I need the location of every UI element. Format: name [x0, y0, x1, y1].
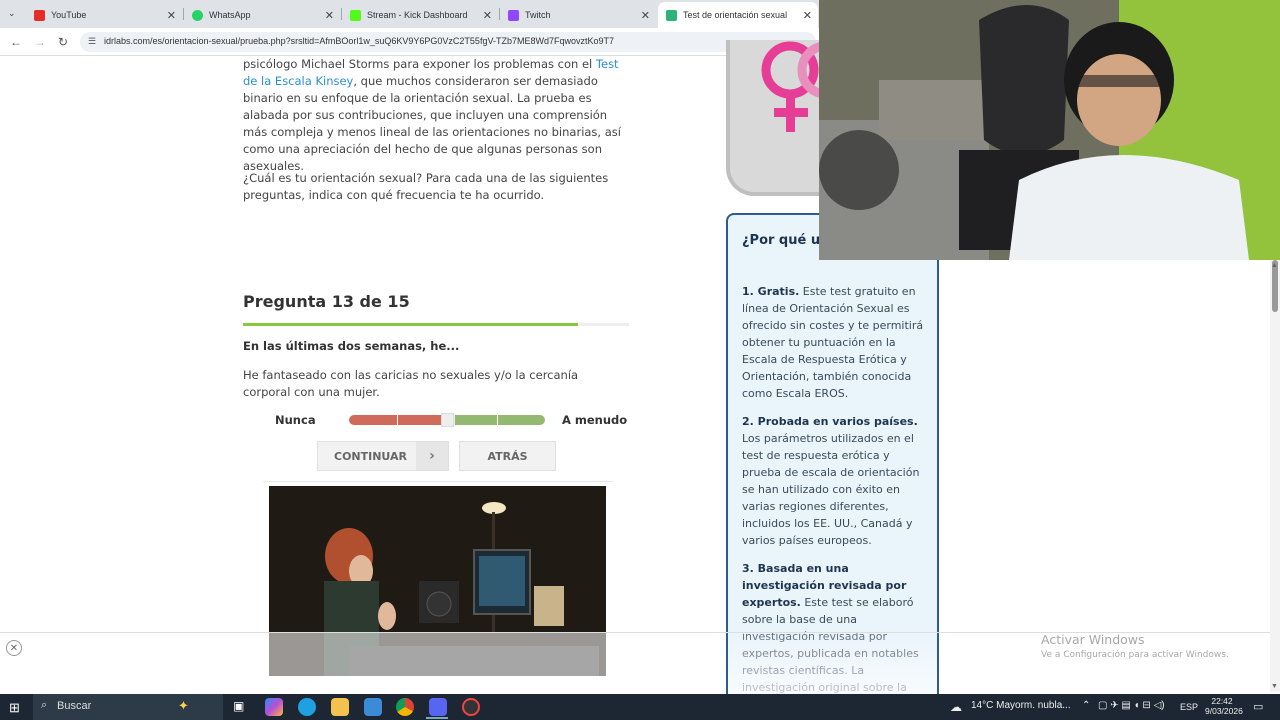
taskbar-search-label: Buscar: [57, 700, 92, 712]
article-intro: psicólogo Michael Storms para exponer lo…: [243, 56, 628, 175]
scale-slider-handle[interactable]: [441, 413, 454, 427]
whatsapp-icon: [192, 9, 203, 21]
activate-windows-watermark: Activar Windows Ve a Configuración para …: [1041, 632, 1229, 660]
article-text: , que muchos consideraron ser demasiado …: [243, 74, 621, 173]
back-icon[interactable]: ←: [10, 35, 22, 49]
tab-search-chevron-icon[interactable]: ⌄: [8, 8, 16, 19]
activate-subtitle: Ve a Configuración para activar Windows.: [1041, 650, 1229, 660]
close-tab-icon[interactable]: ✕: [483, 9, 492, 22]
tab-whatsapp[interactable]: WhatsApp ✕: [184, 4, 340, 26]
clock[interactable]: 22:42 9/03/2026: [1205, 696, 1243, 716]
discord-icon[interactable]: [429, 698, 447, 716]
webcam-image: [819, 0, 1280, 260]
video-ad-overlay: [269, 632, 606, 676]
scale-segment-4[interactable]: [455, 415, 497, 425]
close-tab-icon[interactable]: ✕: [167, 9, 176, 22]
windows-start-icon[interactable]: ⊞: [9, 700, 20, 716]
question-title: Pregunta 13 de 15: [243, 292, 410, 311]
panel-item-body: Los parámetros utilizados en el test de …: [742, 432, 920, 547]
gender-symbols-image: [726, 40, 826, 196]
scale-segment-1[interactable]: [349, 415, 397, 425]
back-label: ATRÁS: [487, 449, 528, 463]
tab-kick[interactable]: Stream - Kick Dashboard ✕: [342, 4, 498, 26]
weather-text[interactable]: 14°C Mayorm. nubla...: [971, 700, 1071, 711]
scale-min-label: Nunca: [275, 413, 316, 427]
idrlabs-icon: [666, 9, 677, 21]
panel-item-head: 1. Gratis.: [742, 285, 800, 298]
page-scrollbar[interactable]: [1270, 260, 1280, 692]
edge-icon[interactable]: [298, 698, 316, 716]
question-text: He fantaseado con las caricias no sexual…: [243, 368, 579, 399]
close-tab-icon[interactable]: ✕: [641, 9, 650, 22]
chrome-icon[interactable]: [396, 698, 414, 716]
task-view-icon[interactable]: ▣: [233, 699, 244, 713]
taskbar-search[interactable]: ⌕ Buscar ✦: [33, 694, 223, 720]
scale-segment-2[interactable]: [398, 415, 441, 425]
chevron-right-icon: ›: [416, 442, 448, 470]
why-use-panel: ¿Por qué us prueba? 1. Gratis. Este test…: [726, 213, 939, 703]
reload-icon[interactable]: ↻: [58, 35, 68, 49]
copilot-icon[interactable]: [265, 698, 283, 716]
clock-time: 22:42: [1211, 696, 1233, 706]
site-info-icon[interactable]: ☰: [88, 36, 96, 47]
url-field[interactable]: idrlabs.com/es/orientacion-sexual/prueba…: [80, 32, 816, 52]
scroll-up-icon[interactable]: ▲: [1271, 262, 1278, 269]
tab-label: Test de orientación sexual: [683, 10, 788, 20]
question-subtitle: En las últimas dos semanas, he...: [243, 339, 460, 353]
tab-label: Twitch: [525, 10, 551, 20]
obs-icon[interactable]: [462, 698, 480, 716]
sparkle-icon: ✦: [178, 698, 189, 713]
scale-segment-5[interactable]: [498, 415, 545, 425]
tab-youtube[interactable]: YouTube ✕: [26, 4, 182, 26]
system-tray-icons[interactable]: ▢ ✈ ▤ ◖ ⊟ ◁): [1098, 700, 1165, 711]
female-symbol-icon: [761, 41, 826, 132]
continue-button[interactable]: CONTINUAR ›: [317, 441, 449, 471]
webcam-overlay: [819, 0, 1280, 260]
forward-icon[interactable]: →: [34, 35, 46, 49]
twitch-icon: [508, 9, 519, 21]
back-button[interactable]: ATRÁS: [459, 441, 556, 471]
tab-label: Stream - Kick Dashboard: [367, 10, 468, 20]
input-language[interactable]: ESP: [1180, 702, 1198, 712]
tab-orientation-test[interactable]: Test de orientación sexual ✕: [658, 2, 818, 28]
panel-item-head: 2. Probada en varios países.: [742, 415, 918, 428]
panel-item: 2. Probada en varios países. Los parámet…: [742, 413, 928, 549]
kick-icon: [350, 9, 361, 21]
file-explorer-icon[interactable]: [331, 698, 349, 716]
article-text: psicólogo Michael Storms para exponer lo…: [243, 57, 596, 71]
tab-label: YouTube: [51, 10, 87, 20]
tab-twitch[interactable]: Twitch ✕: [500, 4, 656, 26]
panel-item: 1. Gratis. Este test gratuito en línea d…: [742, 283, 928, 402]
article-question-intro: ¿Cuál es tu orientación sexual? Para cad…: [243, 171, 609, 202]
weather-icon: ☁: [950, 700, 962, 714]
windows-taskbar: ⊞ ⌕ Buscar ✦ ▣ ☁ 14°C Mayorm. nubla... ⌃…: [0, 694, 1280, 720]
divider: [263, 481, 613, 482]
close-ad-icon[interactable]: ✕: [6, 640, 22, 656]
notification-icon[interactable]: ▭: [1253, 700, 1263, 713]
question-progress-fill: [243, 323, 578, 326]
close-tab-icon[interactable]: ✕: [325, 9, 334, 22]
continue-label: CONTINUAR: [334, 449, 408, 463]
panel-item-body: Este test gratuito en línea de Orientaci…: [742, 285, 924, 400]
store-icon[interactable]: [364, 698, 382, 716]
clock-date: 9/03/2026: [1205, 706, 1243, 716]
browser-tab-strip: ⌄ YouTube ✕ WhatsApp ✕ Stream - Kick Das…: [0, 0, 820, 28]
scale-max-label: A menudo: [562, 413, 628, 427]
address-bar-row: ← → ↻ idrlabs.com/es/orientacion-sexual/…: [0, 28, 820, 56]
youtube-icon: [34, 9, 45, 21]
question-progress-track: [243, 323, 629, 326]
scroll-down-icon[interactable]: ▼: [1271, 683, 1278, 690]
activate-title: Activar Windows: [1041, 632, 1145, 647]
active-app-indicator: [426, 717, 448, 719]
tab-label: WhatsApp: [209, 10, 251, 20]
close-tab-icon[interactable]: ✕: [803, 9, 812, 22]
show-hidden-icons-icon[interactable]: ⌃: [1082, 700, 1090, 711]
search-icon: ⌕: [41, 699, 48, 711]
panel-fade-overlay: [728, 633, 937, 703]
